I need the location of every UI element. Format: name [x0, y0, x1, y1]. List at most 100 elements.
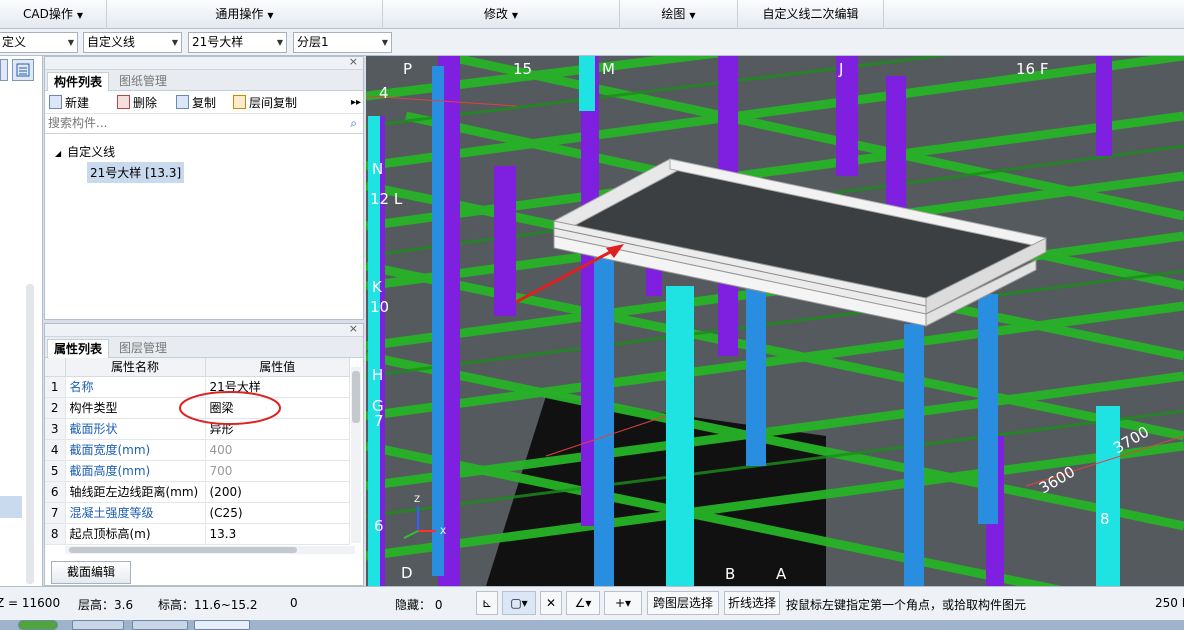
- property-value[interactable]: 700: [205, 460, 350, 482]
- scroll-thumb[interactable]: [69, 547, 297, 553]
- more-icon[interactable]: ▸▸: [351, 94, 361, 112]
- table-header-row: 属性名称 属性值: [45, 358, 350, 377]
- status-bar: Z = 11600 层高：3.6 标高：11.6~15.2 0 隐藏： 0 ⊾ …: [0, 586, 1184, 620]
- property-value[interactable]: (C25): [205, 502, 350, 524]
- property-horizontal-scrollbar[interactable]: [65, 546, 355, 554]
- nav-scrollbar[interactable]: [26, 284, 34, 584]
- axis-label-12l: 12 L: [370, 190, 403, 208]
- table-row[interactable]: 5 截面高度(mm) 700: [45, 460, 350, 482]
- close-icon[interactable]: ×: [349, 55, 358, 68]
- table-row[interactable]: 1 名称 21号大样: [45, 376, 350, 398]
- copy-icon: [176, 95, 189, 109]
- menu-draw[interactable]: 绘图 ▼: [620, 0, 738, 29]
- snap-icon[interactable]: +▾: [604, 591, 642, 615]
- component-search-input[interactable]: 搜索构件... ⌕: [45, 114, 363, 134]
- panel-header: ×: [45, 322, 363, 337]
- new-button[interactable]: 新建: [49, 94, 89, 112]
- list-view-icon[interactable]: [12, 59, 34, 81]
- cross-icon[interactable]: ✕: [540, 591, 562, 615]
- row-number: 3: [45, 418, 66, 440]
- svg-text:Z: Z: [414, 495, 420, 505]
- menu-cad-ops[interactable]: CAD操作 ▼: [0, 0, 107, 29]
- category-select-value: 定义: [2, 35, 27, 49]
- collapse-icon[interactable]: ◢: [55, 149, 61, 158]
- category-select[interactable]: 定义 ▼: [0, 32, 78, 53]
- chevron-down-icon: ▼: [689, 11, 696, 20]
- layer-select[interactable]: 分层1 ▼: [293, 32, 392, 53]
- close-icon[interactable]: ×: [349, 322, 358, 335]
- type-select[interactable]: 自定义线 ▼: [83, 32, 182, 53]
- component-tabs: 构件列表 图纸管理: [45, 70, 363, 91]
- axis-label-15: 15: [513, 60, 533, 78]
- scroll-thumb[interactable]: [352, 371, 360, 423]
- ortho-icon[interactable]: ⊾: [476, 591, 498, 615]
- axis-label-7: 7: [374, 412, 384, 430]
- property-value[interactable]: (200): [205, 481, 350, 503]
- component-select[interactable]: 21号大样 ▼: [188, 32, 287, 53]
- search-placeholder: 搜索构件...: [48, 116, 108, 130]
- search-icon[interactable]: ⌕: [350, 114, 357, 133]
- axis-label-m: M: [602, 60, 615, 78]
- selector-toolbar: 定义 ▼ 自定义线 ▼ 21号大样 ▼ 分层1 ▼: [0, 29, 1184, 56]
- section-edit-button[interactable]: 截面编辑: [51, 561, 131, 584]
- copy-button[interactable]: 复制: [176, 94, 216, 112]
- tree-item-selected[interactable]: 21号大样 [13.3]: [87, 162, 185, 183]
- menu-modify[interactable]: 修改 ▼: [383, 0, 620, 29]
- axis-label-d: D: [401, 564, 413, 582]
- header-num: [45, 358, 66, 377]
- table-row[interactable]: 4 截面宽度(mm) 400: [45, 439, 350, 461]
- table-row[interactable]: 8 起点顶标高(m) 13.3: [45, 523, 350, 545]
- nav-selected-item[interactable]: [0, 496, 22, 518]
- property-vertical-scrollbar[interactable]: [351, 367, 361, 543]
- header-name: 属性名称: [65, 358, 206, 377]
- row-number: 5: [45, 460, 66, 482]
- start-button-icon[interactable]: [18, 620, 58, 630]
- row-number: 2: [45, 397, 66, 419]
- taskbar-app-icon[interactable]: [194, 620, 250, 630]
- menu-cad-ops-label: CAD操作: [23, 7, 73, 21]
- row-number: 6: [45, 481, 66, 503]
- property-name: 起点顶标高(m): [65, 523, 206, 545]
- delete-button[interactable]: 删除: [117, 94, 157, 112]
- axis-label-4: 4: [379, 84, 389, 102]
- left-nav-strip: [0, 56, 43, 586]
- 3d-viewport[interactable]: Z X P 15 M J 16 F 4 N 12 L K 10 H G 7 6 …: [366, 56, 1184, 586]
- type-select-value: 自定义线: [87, 35, 136, 49]
- angle-icon[interactable]: ∠▾: [566, 591, 600, 615]
- new-button-label: 新建: [65, 96, 90, 110]
- table-row[interactable]: 7 混凝土强度等级 (C25): [45, 502, 350, 524]
- menu-custom-line-edit[interactable]: 自定义线二次编辑: [738, 0, 884, 29]
- table-row[interactable]: 2 构件类型 圈梁: [45, 397, 350, 419]
- property-value[interactable]: 13.3: [205, 523, 350, 545]
- taskbar-app-icon[interactable]: [72, 620, 124, 630]
- axis-label-16f: 16 F: [1016, 60, 1049, 78]
- table-row[interactable]: 6 轴线距左边线距离(mm) (200): [45, 481, 350, 503]
- status-z: Z = 11600: [0, 596, 61, 610]
- row-number: 8: [45, 523, 66, 545]
- tab-layer-management[interactable]: 图层管理: [113, 339, 173, 358]
- menu-modify-label: 修改: [483, 7, 508, 21]
- property-value[interactable]: 400: [205, 439, 350, 461]
- polyline-select-button[interactable]: 折线选择: [724, 591, 780, 615]
- cross-layer-select-button[interactable]: 跨图层选择: [647, 591, 719, 615]
- property-value[interactable]: 异形: [205, 418, 350, 440]
- tab-drawing-management[interactable]: 图纸管理: [113, 72, 173, 91]
- axis-label-h: H: [372, 366, 384, 384]
- tree-root[interactable]: ◢ 自定义线: [55, 143, 115, 160]
- layer-select-value: 分层1: [297, 35, 329, 49]
- property-value[interactable]: 圈梁: [205, 397, 350, 419]
- taskbar-app-icon[interactable]: [132, 620, 188, 630]
- property-value[interactable]: 21号大样: [205, 376, 350, 398]
- select-box-icon[interactable]: ▢▾: [502, 591, 536, 615]
- property-list-panel: × 属性列表 图层管理 属性名称 属性值 1 名称 21号大样 2 构件类型 圈…: [44, 322, 364, 586]
- property-name: 截面形状: [65, 418, 206, 440]
- tab-property-list[interactable]: 属性列表: [47, 339, 110, 358]
- tab-component-list[interactable]: 构件列表: [47, 72, 110, 91]
- component-button-row: 新建 删除 复制 层间复制 ▸▸: [45, 91, 363, 114]
- nav-button-icon[interactable]: [0, 59, 8, 81]
- menu-general-ops[interactable]: 通用操作 ▼: [107, 0, 383, 29]
- property-name: 名称: [65, 376, 206, 398]
- component-select-value: 21号大样: [192, 35, 244, 49]
- floor-copy-button[interactable]: 层间复制: [233, 94, 297, 112]
- table-row[interactable]: 3 截面形状 异形: [45, 418, 350, 440]
